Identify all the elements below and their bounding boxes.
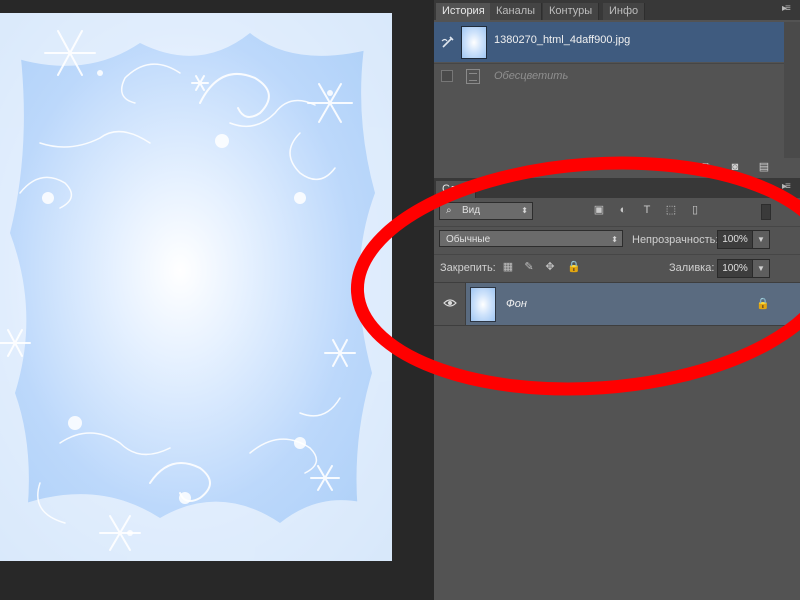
tab-history[interactable]: История	[436, 3, 492, 20]
document-image	[0, 13, 392, 561]
opacity-label: Непрозрачность:	[632, 234, 719, 246]
history-bottom-bar: ⧉ ◙ ▤	[434, 158, 800, 176]
type-filter-icon[interactable]: T	[640, 203, 654, 217]
lock-label: Закрепить:	[440, 262, 496, 274]
layer-row[interactable]: Фон 🔒	[434, 282, 800, 326]
tab-channels[interactable]: Каналы	[490, 3, 543, 20]
history-source-checkbox[interactable]	[441, 70, 453, 82]
fill-input[interactable]: 100%	[717, 259, 753, 278]
history-step-name: Обесцветить	[494, 70, 569, 82]
layer-thumbnail	[470, 287, 496, 322]
history-brush-icon[interactable]	[441, 35, 455, 49]
history-scrollbar[interactable]	[784, 22, 800, 158]
filter-toggle[interactable]	[761, 204, 771, 220]
history-snapshot[interactable]: 1380270_html_4daff900.jpg	[434, 22, 784, 62]
shape-filter-icon[interactable]: ⬚	[664, 203, 678, 217]
smart-object-filter-icon[interactable]: ▯	[688, 203, 702, 217]
lock-row: Закрепить: ▦ ✎ ✥ 🔒 Заливка: 100% ▼	[434, 254, 800, 281]
tab-paths[interactable]: Контуры	[543, 3, 600, 20]
layer-filter-select[interactable]: ⌕ Вид ⬍	[439, 202, 533, 220]
lock-transparent-icon[interactable]: ▦	[502, 261, 514, 273]
snowflake-decoration	[0, 13, 392, 561]
tab-layers[interactable]: Слои	[436, 181, 476, 198]
layers-filter-row: ⌕ Вид ⬍ ▣ ◐ T ⬚ ▯	[434, 198, 800, 224]
blend-mode-value: Обычные	[446, 234, 491, 245]
snapshot-name: 1380270_html_4daff900.jpg	[494, 34, 631, 46]
blend-row: Обычные ⬍ Непрозрачность: 100% ▼	[434, 226, 800, 253]
history-step-icon	[466, 69, 480, 84]
panel-menu-icon[interactable]	[782, 4, 794, 14]
select-arrows-icon: ⬍	[521, 206, 528, 215]
panels-dock: История Каналы Контуры Инфо 1380270_html…	[434, 0, 800, 600]
opacity-input[interactable]: 100%	[717, 230, 753, 249]
filter-kind-label: Вид	[462, 205, 481, 216]
adjustment-filter-icon[interactable]: ◐	[616, 203, 630, 217]
opacity-dropdown[interactable]: ▼	[752, 230, 770, 249]
layers-menu-icon[interactable]	[782, 182, 794, 192]
search-icon: ⌕	[446, 205, 452, 216]
blend-mode-select[interactable]: Обычные ⬍	[439, 230, 623, 247]
lock-pixels-icon[interactable]: ✎	[523, 261, 535, 273]
eye-icon	[443, 299, 457, 307]
canvas-area[interactable]	[0, 0, 434, 600]
layer-visibility-toggle[interactable]	[434, 283, 466, 325]
trash-icon[interactable]: ▤	[757, 161, 771, 173]
lock-all-icon[interactable]: 🔒	[567, 261, 581, 273]
tab-info[interactable]: Инфо	[603, 3, 646, 20]
new-document-icon[interactable]: ⧉	[699, 161, 713, 173]
snapshot-thumbnail	[461, 26, 487, 59]
fill-label: Заливка:	[669, 262, 715, 274]
layer-name: Фон	[506, 298, 527, 310]
layers-panel-tabbar: Слои	[434, 178, 800, 198]
camera-icon[interactable]: ◙	[728, 161, 742, 173]
lock-position-icon[interactable]: ✥	[544, 261, 556, 273]
image-filter-icon[interactable]: ▣	[592, 203, 606, 217]
history-step[interactable]: Обесцветить	[434, 63, 784, 88]
layer-lock-icon: 🔒	[756, 298, 770, 310]
fill-dropdown[interactable]: ▼	[752, 259, 770, 278]
select-arrows-icon: ⬍	[611, 235, 618, 244]
history-panel-tabbar: История Каналы Контуры Инфо	[434, 0, 800, 20]
